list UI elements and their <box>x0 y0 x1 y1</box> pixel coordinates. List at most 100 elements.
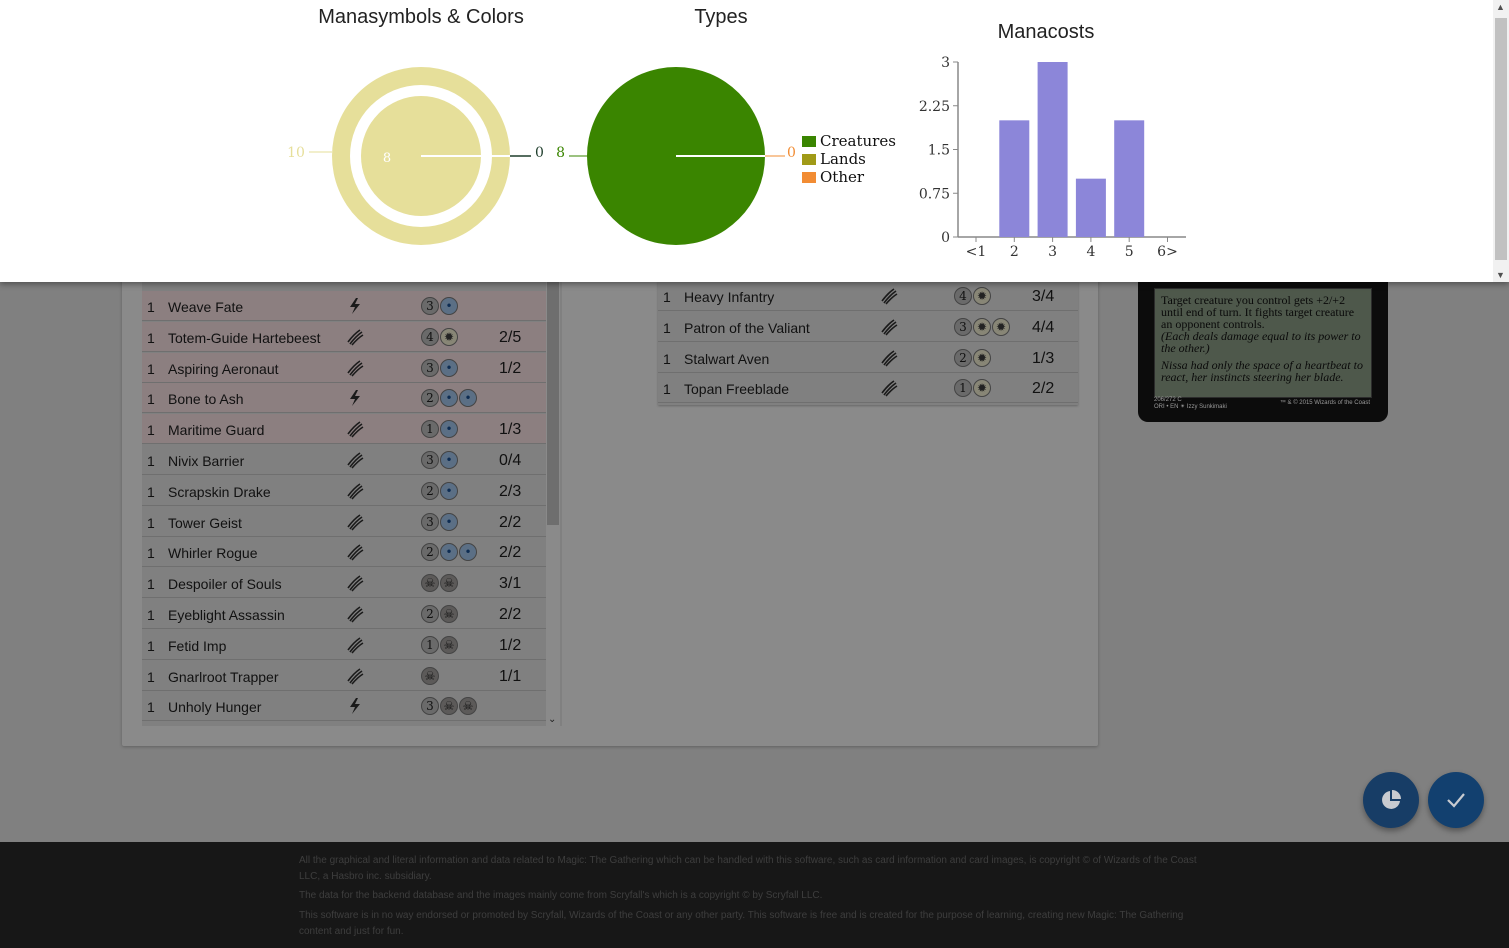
black-mana-symbol-icon: ☠ <box>421 574 439 593</box>
mana-inner-value-label: 8 <box>383 151 391 166</box>
power-toughness: 1/2 <box>499 636 522 654</box>
black-mana-symbol-icon: ☠ <box>440 605 458 623</box>
card-row[interactable]: 1 Unholy Hunger 3 ☠ ☠ <box>142 691 546 722</box>
generic-mana-symbol-icon: 2 <box>421 605 439 623</box>
card-row[interactable]: 1 Whirler Rogue 2 • • 2/2 <box>142 537 546 568</box>
generic-mana-symbol-icon: 4 <box>954 287 972 305</box>
power-toughness: 1/1 <box>499 667 522 685</box>
instant-type-icon <box>346 297 364 315</box>
card-row[interactable]: 1 Stalwart Aven 2 ✹ 1/3 <box>658 343 1078 373</box>
card-row[interactable]: 1 Scrapskin Drake 2 • 2/3 <box>142 476 546 506</box>
card-quantity: 1 <box>147 545 155 562</box>
card-name: Nivix Barrier <box>168 453 245 469</box>
manacost-bar <box>1037 62 1068 237</box>
black-mana-symbol-icon: ☠ <box>440 574 458 593</box>
pie-chart-icon <box>1382 790 1401 809</box>
black-mana-symbol-icon: ☠ <box>459 697 477 716</box>
card-row[interactable]: 1 Topan Freeblade 1 ✹ 2/2 <box>658 373 1078 404</box>
card-flavor-text: Nissa had only the space of a heartbeat … <box>1161 358 1363 384</box>
blue-mana-symbol-icon: • <box>440 512 458 531</box>
creature-type-icon <box>346 605 364 623</box>
generic-mana-symbol-icon: 2 <box>421 389 439 408</box>
card-row[interactable]: 1 Maritime Guard 1 • 1/3 <box>142 414 546 445</box>
card-name: Patron of the Valiant <box>684 319 810 336</box>
blue-mana-symbol-icon: • <box>440 358 458 377</box>
types-legend-swatch <box>802 172 816 183</box>
mana-outer-value-label: 10 <box>287 145 305 161</box>
black-mana-symbol-icon: ☠ <box>421 666 439 685</box>
card-name: Topan Freeblade <box>684 381 790 398</box>
creature-type-icon <box>346 482 364 500</box>
overlay-scrollbar-thumb[interactable] <box>1495 18 1507 260</box>
creature-type-icon <box>880 379 898 397</box>
card-list-scrollbar[interactable]: ⌄ <box>546 260 560 726</box>
card-copyright: ™ & © 2015 Wizards of the Coast <box>1279 400 1370 406</box>
blue-mana-symbol-icon: • <box>440 297 458 315</box>
y-tick-label: 0.75 <box>919 186 950 202</box>
card-rules-text: Target creature you control gets +2/+2 u… <box>1161 293 1355 331</box>
card-row[interactable]: 1 Aspiring Aeronaut 3 • 1/2 <box>142 352 546 383</box>
types-chart: 8 0 CreaturesLandsOther <box>556 67 896 245</box>
y-tick-label: 0 <box>941 230 950 246</box>
footer-copyright-wotc: All the graphical and literal informatio… <box>299 855 1197 882</box>
mana-cost: ☠ ☠ <box>421 574 458 593</box>
mana-cost: 4 ✹ <box>954 287 991 305</box>
x-tick-label: 5 <box>1125 244 1134 260</box>
card-row[interactable]: 1 Patron of the Valiant 3 ✹ ✹ 4/4 <box>658 312 1078 342</box>
card-row[interactable]: 1 Eyeblight Assassin 2 ☠ 2/2 <box>142 599 546 629</box>
scroll-up-arrow-icon[interactable]: ▲ <box>1496 2 1505 12</box>
card-name: Eyeblight Assassin <box>168 607 285 623</box>
types-zero-value-label: 0 <box>787 145 796 161</box>
card-row[interactable]: 1 Fetid Imp 1 ☠ 1/2 <box>142 630 546 660</box>
stats-button[interactable] <box>1363 772 1419 828</box>
types-legend-label: Lands <box>820 150 866 168</box>
scroll-down-arrow-icon[interactable]: ▼ <box>1496 270 1505 280</box>
creature-type-icon <box>346 451 364 469</box>
scrollbar-thumb[interactable] <box>547 280 559 525</box>
generic-mana-symbol-icon: 2 <box>954 348 972 367</box>
types-legend-label: Creatures <box>820 132 896 150</box>
card-row[interactable]: 1 Gnarlroot Trapper ☠ 1/1 <box>142 661 546 691</box>
card-row[interactable]: 1 Tower Geist 3 • 2/2 <box>142 507 546 537</box>
card-name: Maritime Guard <box>168 422 265 439</box>
generic-mana-symbol-icon: 2 <box>421 543 439 562</box>
card-row[interactable]: 1 Weave Fate 3 • <box>142 291 546 321</box>
creature-type-icon <box>346 359 364 377</box>
card-quantity: 1 <box>147 668 155 685</box>
card-name: Despoiler of Souls <box>168 576 282 593</box>
y-tick-label: 2.25 <box>919 99 950 115</box>
card-list-left: 1 Weave Fate 3 • 1 Totem-Guide Hartebeest 4 ✹ 2/… <box>142 260 562 726</box>
creature-type-icon <box>880 318 898 336</box>
black-mana-symbol-icon: ☠ <box>440 635 458 654</box>
x-tick-label: 6> <box>1157 244 1178 260</box>
creature-type-icon <box>346 513 364 531</box>
card-quantity: 1 <box>147 453 155 469</box>
power-toughness: 2/2 <box>499 544 522 562</box>
power-toughness: 1/2 <box>499 359 522 377</box>
creature-type-icon <box>346 328 364 346</box>
card-row[interactable]: 1 Totem-Guide Hartebeest 4 ✹ 2/5 <box>142 321 546 352</box>
white-mana-symbol-icon: ✹ <box>973 379 991 398</box>
card-name: Stalwart Aven <box>684 350 770 367</box>
power-toughness: 0/4 <box>499 452 522 469</box>
card-row[interactable]: 1 Heavy Infantry 4 ✹ 3/4 <box>658 281 1078 311</box>
mana-cost: 3 ☠ ☠ <box>421 697 477 716</box>
mana-chart-title: Manasymbols & Colors <box>318 6 524 28</box>
generic-mana-symbol-icon: 3 <box>954 317 972 336</box>
card-row[interactable]: 1 Bone to Ash 2 • • <box>142 383 546 414</box>
manacost-bar <box>1114 120 1145 237</box>
generic-mana-symbol-icon: 3 <box>421 512 439 531</box>
instant-type-icon <box>346 697 364 715</box>
card-name: Heavy Infantry <box>684 289 775 305</box>
overlay-scrollbar[interactable]: ▲ ▼ <box>1493 0 1509 282</box>
card-quantity: 1 <box>147 422 155 439</box>
scroll-down-arrow-icon[interactable]: ⌄ <box>548 714 556 725</box>
card-row[interactable]: 1 Nivix Barrier 3 • 0/4 <box>142 445 546 475</box>
card-row[interactable]: 1 Despoiler of Souls ☠ ☠ 3/1 <box>142 568 546 599</box>
creature-type-icon <box>346 574 364 592</box>
types-legend-swatch <box>802 136 816 147</box>
confirm-button[interactable] <box>1428 772 1484 828</box>
blue-mana-symbol-icon: • <box>440 420 458 439</box>
power-toughness: 2/2 <box>1032 380 1055 398</box>
card-quantity: 1 <box>663 381 671 398</box>
